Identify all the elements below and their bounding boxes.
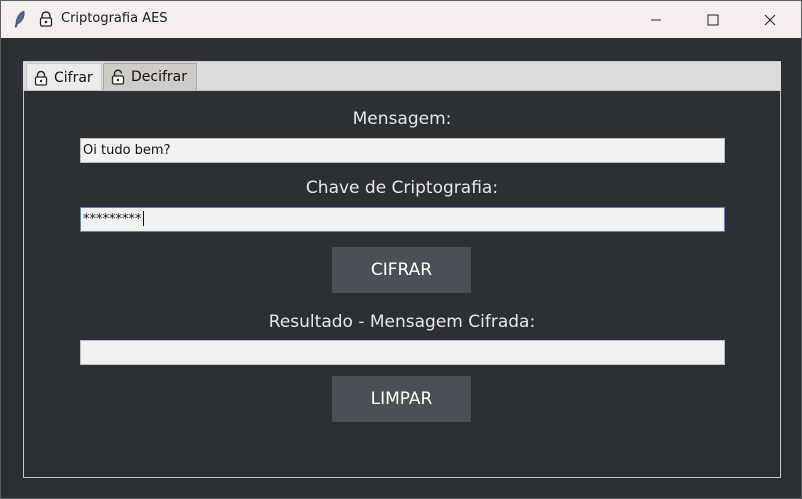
- lock-open-icon: [111, 69, 125, 85]
- app-window: Criptografia AES Cifrar Decifrar Mensage…: [0, 0, 802, 499]
- close-button[interactable]: [747, 1, 793, 38]
- tab-bar: Cifrar Decifrar: [23, 61, 781, 91]
- close-icon: [764, 14, 776, 25]
- window-title: Criptografia AES: [61, 11, 168, 26]
- minimize-icon: [651, 19, 661, 20]
- maximize-icon: [707, 14, 719, 25]
- tab-cifrar-label: Cifrar: [54, 69, 93, 86]
- result-output[interactable]: [80, 340, 725, 365]
- lock-closed-icon: [34, 70, 48, 86]
- cifrar-button[interactable]: CIFRAR: [332, 247, 471, 293]
- key-input[interactable]: *********: [80, 207, 725, 232]
- cifrar-panel: Mensagem: Oi tudo bem? Chave de Criptogr…: [23, 90, 781, 478]
- text-caret: [142, 211, 144, 226]
- key-value: *********: [83, 212, 142, 227]
- result-label: Resultado - Mensagem Cifrada:: [268, 312, 536, 332]
- limpar-button[interactable]: LIMPAR: [332, 376, 471, 422]
- key-label: Chave de Criptografia:: [305, 178, 499, 198]
- maximize-button[interactable]: [690, 1, 736, 38]
- tab-decifrar-label: Decifrar: [131, 69, 187, 85]
- feather-icon: [13, 10, 27, 28]
- tab-decifrar[interactable]: Decifrar: [103, 63, 197, 91]
- message-value: Oi tudo bem?: [83, 143, 171, 158]
- tab-cifrar[interactable]: Cifrar: [26, 63, 102, 91]
- lock-icon: [38, 11, 54, 27]
- message-label: Mensagem:: [352, 109, 452, 129]
- minimize-button[interactable]: [633, 1, 679, 38]
- title-bar: Criptografia AES: [1, 1, 801, 38]
- message-input[interactable]: Oi tudo bem?: [80, 138, 725, 163]
